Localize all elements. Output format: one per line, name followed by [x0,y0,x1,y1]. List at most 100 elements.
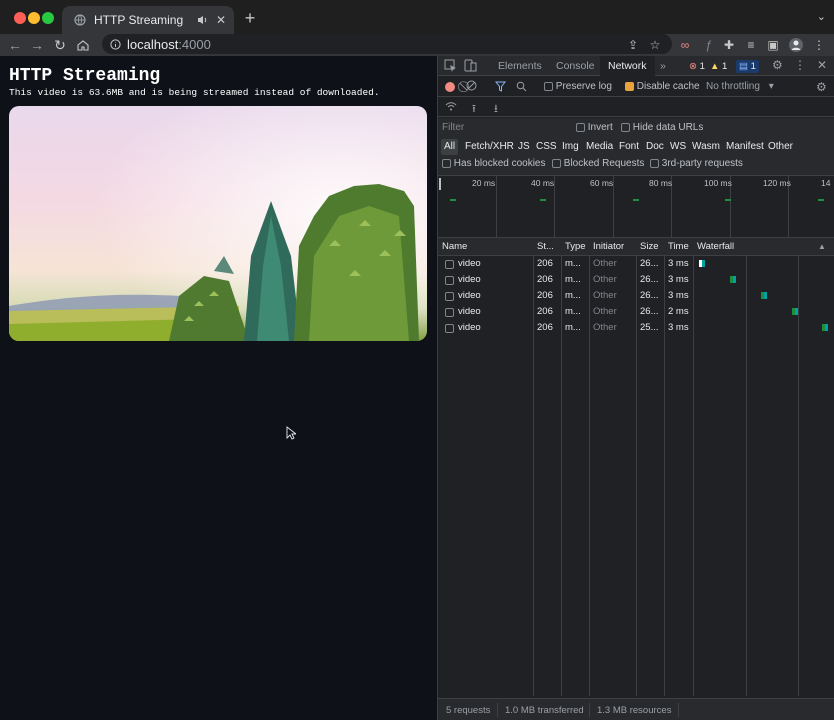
overview-request-bar [633,199,639,201]
tab-network[interactable]: Network [600,56,655,76]
filter-input[interactable]: Filter [442,122,566,136]
export-har-icon[interactable]: ⭳ [494,100,498,119]
resource-file-icon [445,260,454,269]
maximize-window-button[interactable] [42,12,54,24]
row-time: 3 ms [668,258,689,269]
filter-funnel-icon[interactable] [494,81,507,95]
extension-glasses-icon[interactable]: ∞ [676,36,694,54]
share-icon[interactable]: ⇪ [624,36,642,54]
menu-kebab-icon[interactable]: ⋮ [810,36,828,54]
row-initiator: Other [593,258,617,269]
type-filter-fetch-xhr[interactable]: Fetch/XHR [462,139,517,155]
sort-ascending-icon[interactable]: ▲ [818,242,826,251]
table-row[interactable]: video 206 m... Other 26... 3 ms [438,256,834,272]
extensions-puzzle-icon[interactable]: ✚ [720,36,738,54]
overview-start-handle[interactable] [439,178,441,190]
type-filter-js[interactable]: JS [515,139,533,155]
more-tabs-button[interactable]: » [652,56,674,76]
type-filter-css[interactable]: CSS [533,139,560,155]
page-heading: HTTP Streaming [9,66,161,86]
throttling-value: No throttling [706,81,760,92]
has-blocked-cookies-label: Has blocked cookies [453,158,546,169]
clear-log-icon[interactable] [466,80,477,94]
invert-checkbox[interactable]: Invert [576,122,613,134]
waterfall-download-bar [824,324,828,331]
import-har-icon[interactable]: ⭱ [472,100,476,119]
type-filter-all[interactable]: All [441,139,459,155]
issues-badge[interactable]: ▤ 1 [736,60,759,73]
network-toolbar-secondary: ⭱ ⭳ [438,97,834,117]
column-header-name[interactable]: Name [442,241,467,252]
record-icon[interactable] [445,82,455,92]
side-panel-icon[interactable]: ▣ [764,36,782,54]
table-row[interactable]: video 206 m... Other 26... 3 ms [438,272,834,288]
type-filter-manifest[interactable]: Manifest [723,139,767,155]
disable-cache-checkbox[interactable]: Disable cache [625,81,700,93]
close-window-button[interactable] [14,12,26,24]
has-blocked-cookies-checkbox[interactable]: Has blocked cookies [442,158,546,170]
hide-data-urls-checkbox[interactable]: Hide data URLs [621,122,703,134]
tab-console[interactable]: Console [548,56,603,76]
throttling-select[interactable]: No throttling ▾ [706,81,774,93]
new-tab-button[interactable]: + [240,9,260,27]
type-filter-wasm[interactable]: Wasm [689,139,723,155]
speaker-icon[interactable] [197,15,208,25]
forward-arrow-icon[interactable]: → [28,36,46,54]
row-size: 26... [640,306,659,317]
browser-window: HTTP Streaming ✕ + ⌄ ← → ↻ localhost:400… [0,0,834,720]
column-header-initiator[interactable]: Initiator [593,241,624,252]
reading-list-icon[interactable]: ≡ [742,36,760,54]
reload-icon[interactable]: ↻ [51,36,69,54]
column-header-size[interactable]: Size [640,241,658,252]
address-bar[interactable]: localhost:4000 [102,34,672,54]
type-filter-ws[interactable]: WS [667,139,689,155]
overview-request-bar [818,199,824,201]
device-toolbar-icon[interactable] [464,59,477,75]
close-devtools-icon[interactable]: ✕ [817,58,827,72]
row-type: m... [565,322,581,333]
table-row[interactable]: video 206 m... Other 26... 3 ms [438,288,834,304]
overview-tick-label: 40 ms [531,178,555,188]
column-header-status[interactable]: St... [537,241,554,252]
table-row[interactable]: video 206 m... Other 26... 2 ms [438,304,834,320]
extension-f-icon[interactable]: ƒ [700,36,718,54]
close-tab-icon[interactable]: ✕ [216,13,226,27]
type-filter-font[interactable]: Font [616,139,642,155]
row-size: 26... [640,258,659,269]
network-settings-gear-icon[interactable]: ⚙ [816,80,827,94]
settings-gear-icon[interactable]: ⚙ [772,58,783,72]
table-row[interactable]: video 206 m... Other 25... 3 ms [438,320,834,336]
filter-bar: Filter Invert Hide data URLs All Fetch/X… [438,118,834,176]
type-filter-img[interactable]: Img [559,139,582,155]
warnings-badge[interactable]: ▲ 1 [710,60,727,73]
overview-tick-label: 60 ms [590,178,614,188]
devtools-menu-icon[interactable]: ⋮ [794,58,806,72]
info-icon[interactable] [110,38,121,50]
network-overview-timeline[interactable]: 20 ms 40 ms 60 ms 80 ms 100 ms 120 ms 14 [438,176,834,238]
type-filter-doc[interactable]: Doc [643,139,667,155]
inspect-element-icon[interactable] [444,59,457,75]
waterfall-download-bar [702,260,705,267]
blocked-requests-checkbox[interactable]: Blocked Requests [552,158,644,170]
search-icon[interactable] [516,81,527,95]
bookmark-star-icon[interactable]: ☆ [646,36,664,54]
column-header-time[interactable]: Time [668,241,689,252]
browser-tab[interactable]: HTTP Streaming ✕ [62,6,234,34]
third-party-requests-checkbox[interactable]: 3rd-party requests [650,158,743,170]
back-arrow-icon[interactable]: ← [6,36,24,54]
column-header-type[interactable]: Type [565,241,586,252]
type-filter-media[interactable]: Media [583,139,616,155]
network-conditions-wifi-icon[interactable] [445,101,457,115]
tab-elements[interactable]: Elements [490,56,550,76]
errors-badge[interactable]: ⊗ 1 [689,60,705,73]
type-filter-other[interactable]: Other [765,139,796,155]
home-icon[interactable] [74,36,92,54]
globe-icon [74,14,86,26]
column-header-waterfall[interactable]: Waterfall [697,241,734,252]
tab-search-chevron-icon[interactable]: ⌄ [817,10,826,23]
preserve-log-checkbox[interactable]: Preserve log [544,81,612,93]
video-player[interactable] [9,106,427,341]
profile-avatar[interactable] [787,36,805,54]
waterfall-download-bar [733,276,736,283]
minimize-window-button[interactable] [28,12,40,24]
